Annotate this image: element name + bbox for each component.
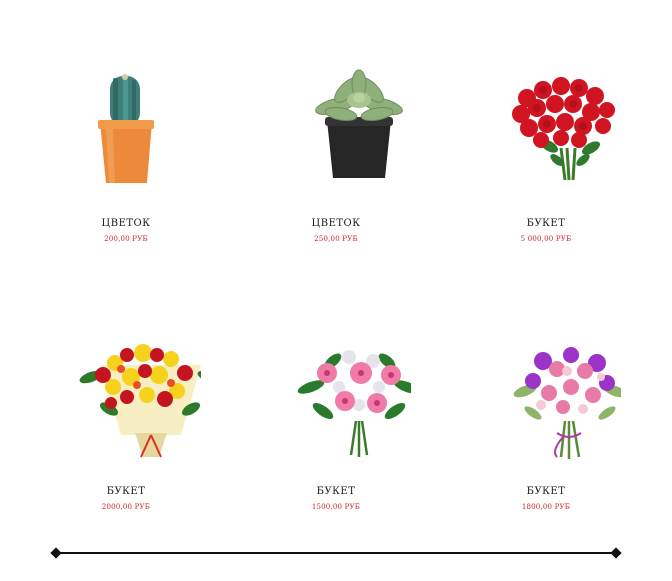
product-name[interactable]: БУКЕТ	[31, 486, 221, 497]
product-card[interactable]: БУКЕТ 1500,00 РУБ	[241, 345, 431, 511]
pink-gerbera-bouquet-image[interactable]	[261, 325, 411, 475]
product-price: 1800,00 РУБ	[521, 503, 571, 511]
product-card[interactable]: ЦВЕТОК 200,00 РУБ	[31, 68, 221, 243]
product-price: 2000,00 РУБ	[101, 503, 151, 511]
product-card[interactable]: ЦВЕТОК 250,00 РУБ	[241, 68, 431, 243]
product-price: 250,00 РУБ	[314, 235, 358, 243]
product-name[interactable]: БУКЕТ	[451, 218, 641, 229]
product-price: 1500,00 РУБ	[311, 503, 361, 511]
product-card[interactable]: БУКЕТ 1800,00 РУБ	[451, 345, 641, 511]
product-name[interactable]: ЦВЕТОК	[31, 218, 221, 229]
section-divider	[50, 547, 622, 559]
product-grid: ЦВЕТОК 200,00 РУБ ЦВЕТОК 250,00 РУБ БУКЕ…	[0, 0, 672, 581]
product-name[interactable]: БУКЕТ	[451, 486, 641, 497]
red-roses-bouquet-image[interactable]	[471, 68, 621, 218]
purple-orchid-bouquet-image[interactable]	[471, 325, 621, 475]
mixed-yellow-red-bouquet-image[interactable]	[51, 325, 201, 475]
product-name[interactable]: БУКЕТ	[241, 486, 431, 497]
divider-diamond-icon	[610, 547, 622, 559]
product-price: 5 000,00 РУБ	[520, 235, 572, 243]
succulent-pot-image[interactable]	[261, 68, 411, 218]
divider-diamond-icon	[50, 547, 62, 559]
cactus-pot-image[interactable]	[51, 68, 201, 218]
product-card[interactable]: БУКЕТ 5 000,00 РУБ	[451, 68, 641, 243]
product-card[interactable]: БУКЕТ 2000,00 РУБ	[31, 344, 221, 511]
product-name[interactable]: ЦВЕТОК	[241, 218, 431, 229]
product-price: 200,00 РУБ	[104, 235, 148, 243]
